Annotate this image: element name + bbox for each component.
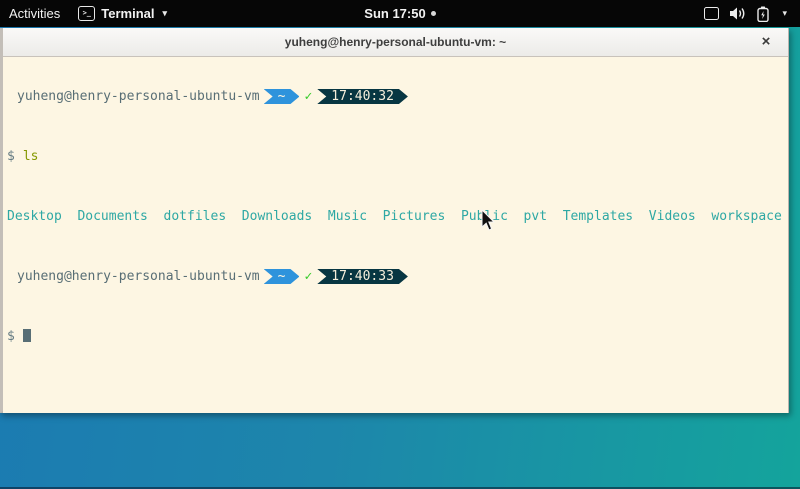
- system-menu[interactable]: ▾: [695, 0, 800, 27]
- activities-button[interactable]: Activities: [0, 0, 69, 27]
- top-bar-right: ▾: [695, 0, 800, 27]
- status-check-icon: ✓: [304, 269, 312, 284]
- terminal-app-icon-glyph: >_: [83, 10, 91, 17]
- ls-output: Desktop Documents dotfiles Downloads Mus…: [7, 209, 788, 224]
- prompt-user: yuheng@henry-personal-ubuntu-vm: [17, 269, 260, 284]
- top-bar: Activities >_ Terminal ▾ Sun 17:50: [0, 0, 800, 27]
- prompt-symbol: $: [7, 329, 15, 344]
- command-line: $ ls: [7, 149, 788, 164]
- window-titlebar[interactable]: yuheng@henry-personal-ubuntu-vm: ~ ×: [3, 28, 788, 57]
- app-menu-label: Terminal: [101, 6, 154, 21]
- terminal-window: yuheng@henry-personal-ubuntu-vm: ~ × yuh…: [0, 28, 789, 413]
- terminal-app-icon: >_: [78, 6, 95, 21]
- terminal-body[interactable]: yuheng@henry-personal-ubuntu-vm ~ ✓ 17:40:3…: [3, 57, 788, 413]
- app-menu[interactable]: >_ Terminal ▾: [69, 0, 176, 27]
- terminal-cursor: [23, 329, 31, 342]
- prompt-user: yuheng@henry-personal-ubuntu-vm: [17, 89, 260, 104]
- prompt-line-2: yuheng@henry-personal-ubuntu-vm ~ ✓ 17:40:3…: [7, 269, 788, 284]
- close-button[interactable]: ×: [754, 28, 778, 56]
- cwd-segment: ~: [264, 269, 300, 284]
- system-menu-chevron-icon: ▾: [782, 8, 787, 19]
- window-title: yuheng@henry-personal-ubuntu-vm: ~: [285, 35, 506, 49]
- prompt-symbol: $: [7, 149, 15, 164]
- time-segment: 17:40:32: [317, 89, 408, 104]
- top-bar-left: Activities >_ Terminal ▾: [0, 0, 176, 27]
- clock-label: Sun 17:50: [364, 6, 425, 21]
- input-line[interactable]: $: [7, 329, 788, 344]
- display-icon: [704, 7, 719, 20]
- battery-charging-icon: [757, 6, 769, 22]
- chevron-down-icon: ▾: [163, 8, 168, 19]
- clock-button[interactable]: Sun 17:50: [355, 0, 444, 27]
- screen: Activities >_ Terminal ▾ Sun 17:50: [0, 0, 800, 489]
- prompt-line-1: yuheng@henry-personal-ubuntu-vm ~ ✓ 17:40:3…: [7, 89, 788, 104]
- volume-icon: [730, 7, 746, 20]
- notification-dot-icon: [431, 11, 436, 16]
- time-segment: 17:40:33: [317, 269, 408, 284]
- status-check-icon: ✓: [304, 89, 312, 104]
- cwd-segment: ~: [264, 89, 300, 104]
- command-text: ls: [23, 149, 39, 164]
